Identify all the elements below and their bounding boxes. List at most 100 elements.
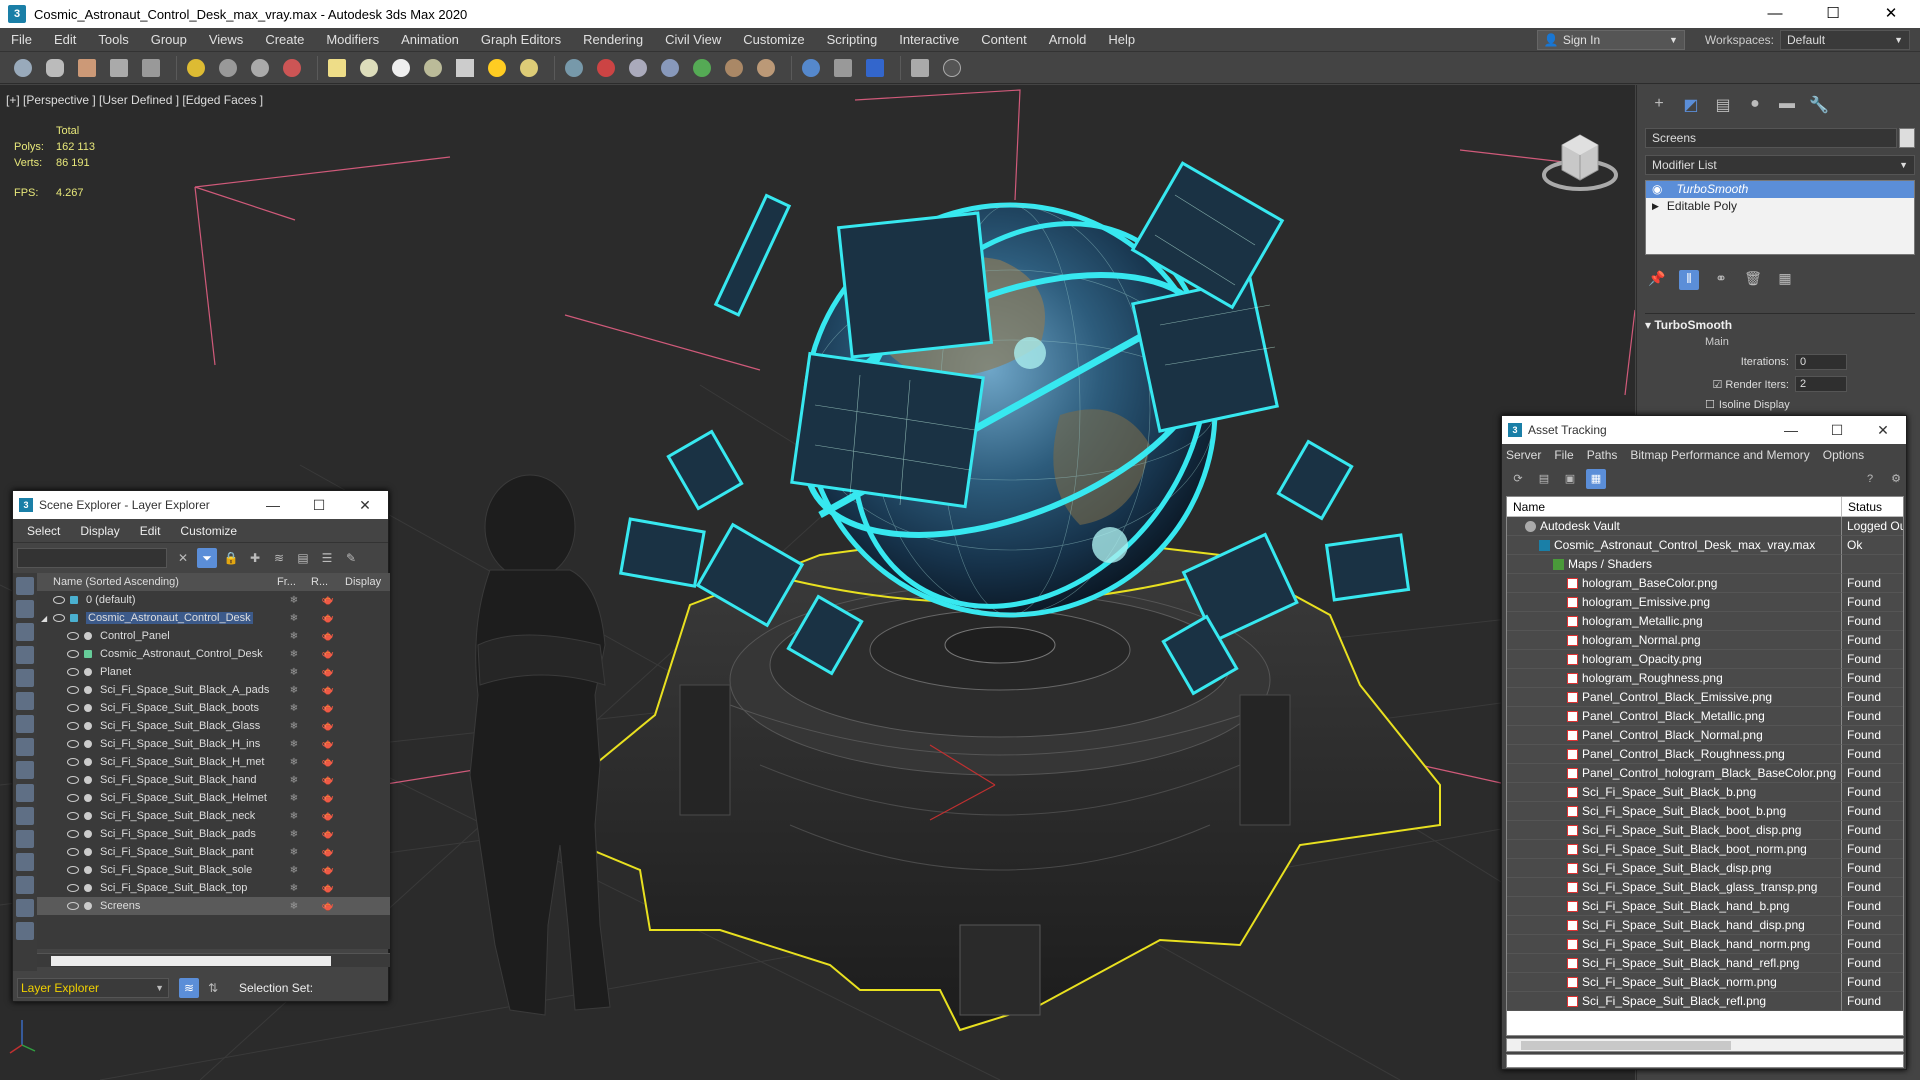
freeze-icon[interactable]: ❄	[277, 631, 311, 642]
renderable-icon[interactable]: 🫖	[311, 775, 345, 786]
eye-icon[interactable]	[67, 632, 79, 640]
horizontal-scrollbar[interactable]	[1506, 1038, 1904, 1052]
eye-icon[interactable]	[67, 866, 79, 874]
sign-in-dropdown[interactable]: 👤 Sign In ▼	[1536, 29, 1685, 50]
table-row[interactable]: Sci_Fi_Space_Suit_Black_boot_norm.png Fou…	[1507, 840, 1903, 859]
viewport-label[interactable]: [+] [Perspective ] [User Defined ] [Edge…	[6, 93, 263, 107]
geometry-filter-icon[interactable]	[16, 577, 34, 595]
lights-filter-icon[interactable]	[16, 623, 34, 641]
table-row[interactable]: Sci_Fi_Space_Suit_Black_neck ❄ 🫖	[37, 807, 390, 825]
column-status[interactable]: Status	[1842, 497, 1903, 516]
expand-arrow-icon[interactable]: ▶	[1652, 198, 1659, 215]
eye-icon[interactable]	[67, 776, 79, 784]
table-row[interactable]: Sci_Fi_Space_Suit_Black_top ❄ 🫖	[37, 879, 390, 897]
renderable-icon[interactable]: 🫖	[311, 883, 345, 894]
renderable-icon[interactable]: 🫖	[311, 721, 345, 732]
table-row[interactable]: Sci_Fi_Space_Suit_Black_glass_transp.png…	[1507, 878, 1903, 897]
maximize-button[interactable]: ☐	[296, 497, 342, 514]
close-button[interactable]: ✕	[1862, 0, 1920, 28]
menu-customize[interactable]: Customize	[732, 28, 815, 52]
display-all-icon[interactable]	[16, 853, 34, 871]
link-icon[interactable]	[247, 55, 273, 81]
cameras-filter-icon[interactable]	[16, 646, 34, 664]
table-row[interactable]: Planet ❄ 🫖	[37, 663, 390, 681]
cone-icon[interactable]	[452, 55, 478, 81]
table-row[interactable]: Cosmic_Astronaut_Control_Desk_max_vray.m…	[1507, 536, 1903, 555]
table-row[interactable]: hologram_BaseColor.png Found	[1507, 574, 1903, 593]
close-button[interactable]: ✕	[1860, 422, 1906, 439]
light-bulb-icon[interactable]	[183, 55, 209, 81]
pin-stack-icon[interactable]: 📌	[1647, 270, 1667, 290]
sun-icon[interactable]	[484, 55, 510, 81]
help-icon[interactable]: ?	[1860, 469, 1880, 489]
search-input[interactable]	[17, 548, 167, 568]
mesh-icon[interactable]	[561, 55, 587, 81]
table-row[interactable]: Sci_Fi_Space_Suit_Black_b.png Found	[1507, 783, 1903, 802]
table-row[interactable]: Sci_Fi_Space_Suit_Black_hand_b.png Found	[1507, 897, 1903, 916]
clear-search-icon[interactable]: ✕	[173, 548, 193, 568]
table-row[interactable]: Sci_Fi_Space_Suit_Black_Helmet ❄ 🫖	[37, 789, 390, 807]
torus-icon[interactable]	[420, 55, 446, 81]
menu-modifiers[interactable]: Modifiers	[315, 28, 390, 52]
containers-filter-icon[interactable]	[16, 784, 34, 802]
freeze-icon[interactable]: ❄	[277, 595, 311, 606]
table-row[interactable]: Panel_Control_Black_Emissive.png Found	[1507, 688, 1903, 707]
freeze-icon[interactable]: ❄	[277, 901, 311, 912]
renderable-icon[interactable]: 🫖	[311, 631, 345, 642]
table-row[interactable]: Sci_Fi_Space_Suit_Black_A_pads ❄ 🫖	[37, 681, 390, 699]
scrollbar-thumb[interactable]	[51, 956, 331, 966]
renderable-icon[interactable]: 🫖	[311, 595, 345, 606]
viewcube-icon[interactable]	[1540, 120, 1620, 200]
table-row[interactable]: Maps / Shaders	[1507, 555, 1903, 574]
explorer-type-dropdown[interactable]: Layer Explorer ▼	[17, 978, 169, 998]
menu-edit[interactable]: Edit	[43, 28, 87, 52]
workspaces-dropdown[interactable]: Default ▼	[1780, 29, 1910, 50]
freeze-icon[interactable]: ❄	[277, 811, 311, 822]
table-row[interactable]: Sci_Fi_Space_Suit_Black_disp.png Found	[1507, 859, 1903, 878]
horizontal-scrollbar[interactable]	[37, 953, 390, 967]
menu-tools[interactable]: Tools	[87, 28, 139, 52]
menu-arnold[interactable]: Arnold	[1038, 28, 1098, 52]
utilities-tab-icon[interactable]: 🔧	[1807, 95, 1831, 117]
eye-icon[interactable]	[67, 848, 79, 856]
table-row[interactable]: hologram_Emissive.png Found	[1507, 593, 1903, 612]
table-row[interactable]: hologram_Roughness.png Found	[1507, 669, 1903, 688]
rollout-title[interactable]: ▾ TurboSmooth	[1645, 313, 1915, 336]
add-to-layer-icon[interactable]: ≋	[269, 548, 289, 568]
table-row[interactable]: Sci_Fi_Space_Suit_Black_H_met ❄ 🫖	[37, 753, 390, 771]
globe-icon[interactable]	[798, 55, 824, 81]
freeze-icon[interactable]: ❄	[277, 793, 311, 804]
se-menu-display[interactable]: Display	[80, 524, 119, 538]
maximize-button[interactable]: ☐	[1804, 0, 1862, 28]
render-iters-spinner[interactable]: 2	[1795, 376, 1847, 392]
at-menu-paths[interactable]: Paths	[1587, 448, 1618, 462]
freeze-icon[interactable]: ❄	[277, 775, 311, 786]
table-row[interactable]: Panel_Control_Black_Metallic.png Found	[1507, 707, 1903, 726]
table-row[interactable]: Sci_Fi_Space_Suit_Black_sole ❄ 🫖	[37, 861, 390, 879]
hidden-filter-icon[interactable]	[16, 830, 34, 848]
renderable-icon[interactable]: 🫖	[311, 703, 345, 714]
teapot-icon[interactable]	[10, 55, 36, 81]
eye-icon[interactable]	[67, 704, 79, 712]
filter-funnel-icon[interactable]	[16, 922, 34, 940]
table-row[interactable]: Sci_Fi_Space_Suit_Black_refl.png Found	[1507, 992, 1903, 1011]
renderable-icon[interactable]: 🫖	[311, 793, 345, 804]
freeze-icon[interactable]: ❄	[277, 739, 311, 750]
table-row[interactable]: 0 (default) ❄ 🫖	[37, 591, 390, 609]
column-name[interactable]: Name	[1507, 497, 1842, 516]
lock-icon[interactable]: 🔒	[221, 548, 241, 568]
thumbnail-icon[interactable]: ▣	[1560, 469, 1580, 489]
camera-icon[interactable]	[625, 55, 651, 81]
eye-icon[interactable]	[53, 614, 65, 622]
freeze-icon[interactable]: ❄	[277, 649, 311, 660]
renderable-icon[interactable]: 🫖	[311, 667, 345, 678]
highlight-icon[interactable]: ✎	[341, 548, 361, 568]
freeze-icon[interactable]: ❄	[277, 865, 311, 876]
sort-icon[interactable]: ⇅	[203, 978, 223, 998]
table-row[interactable]: Sci_Fi_Space_Suit_Black_hand_norm.png Fou…	[1507, 935, 1903, 954]
eye-icon[interactable]	[67, 650, 79, 658]
table-row[interactable]: Sci_Fi_Space_Suit_Black_hand_refl.png Fou…	[1507, 954, 1903, 973]
eye-icon[interactable]	[67, 902, 79, 910]
help-icon[interactable]	[939, 55, 965, 81]
freeze-icon[interactable]: ❄	[277, 613, 311, 624]
